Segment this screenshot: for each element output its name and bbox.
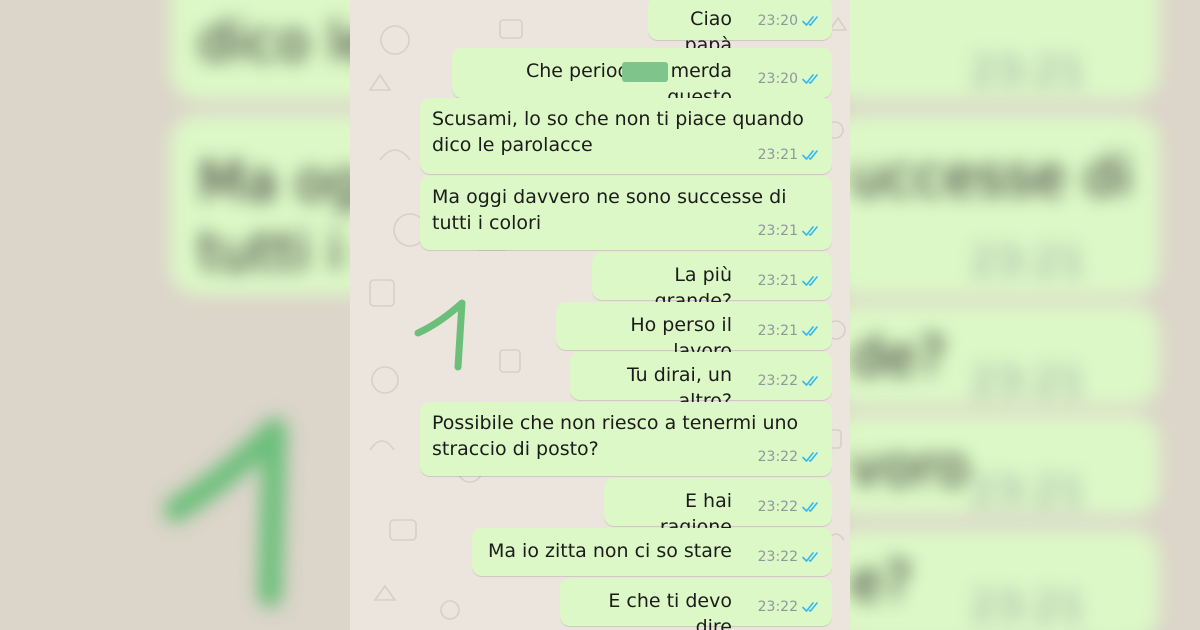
bg-time: 23:21 [970, 359, 1086, 405]
message-text: Scusami, lo so che non ti piace quando d… [432, 108, 804, 156]
message-time: 23:22 [757, 549, 798, 565]
bg-bubble: uccesse di 23:21 [830, 115, 1160, 295]
message-meta: 23:21 [758, 142, 822, 168]
message-time: 23:21 [757, 147, 798, 163]
read-receipt-icon [802, 502, 818, 512]
message-meta: 23:20 [758, 66, 822, 92]
message-meta: 23:21 [758, 268, 822, 294]
message-bubble[interactable]: Possibile che non riesco a tenermi uno s… [420, 402, 832, 476]
read-receipt-icon [802, 74, 818, 84]
message-text: Possibile che non riesco a tenermi uno s… [432, 412, 799, 460]
message-time: 23:21 [757, 223, 798, 239]
message-text: Ma io zitta non ci so stare [487, 540, 732, 562]
bg-text: Ma og [198, 150, 363, 213]
message-meta: 23:20 [758, 8, 822, 34]
message-meta: 23:22 [758, 544, 822, 570]
bg-time: 23:21 [970, 49, 1086, 95]
bg-time: 23:21 [970, 584, 1086, 630]
message-meta: 23:22 [758, 444, 822, 470]
message-meta: 23:21 [758, 318, 822, 344]
message-bubble[interactable]: Ciao papà 23:20 [648, 0, 832, 56]
bg-bubble: de? 23:21 [830, 305, 1160, 405]
read-receipt-icon [802, 376, 818, 386]
message-bubble[interactable]: La più grande? 23:21 [592, 252, 832, 312]
bg-text: de? [850, 325, 947, 388]
message-time: 23:21 [757, 273, 798, 289]
message-meta: 23:22 [758, 494, 822, 520]
message-bubble[interactable]: Scusami, lo so che non ti piace quando d… [420, 98, 832, 174]
message-bubble[interactable]: Che periodo di merda questo23:20 [452, 48, 832, 108]
read-receipt-icon [802, 452, 818, 462]
bg-text: e? [850, 550, 912, 613]
redaction-mark [622, 62, 668, 82]
bg-text: voro [850, 435, 970, 498]
read-receipt-icon [802, 276, 818, 286]
message-time: 23:20 [757, 71, 798, 87]
message-time: 23:20 [757, 13, 798, 29]
bg-text: dico le [198, 10, 376, 73]
read-receipt-icon [802, 326, 818, 336]
read-receipt-icon [802, 602, 818, 612]
read-receipt-icon [802, 552, 818, 562]
message-bubble[interactable]: E hai ragione 23:22 [604, 478, 832, 538]
message-bubble[interactable]: E che ti devo dire 23:22 [560, 578, 832, 630]
bg-bubble: 23:21 [830, 0, 1160, 100]
bg-time: 23:21 [970, 469, 1086, 515]
chat-panel[interactable]: 1 Ciao papà23:20Che periodo di merda que… [350, 0, 850, 630]
message-time: 23:22 [757, 373, 798, 389]
bg-bubble: voro 23:21 [830, 415, 1160, 515]
message-time: 23:21 [757, 323, 798, 339]
bg-text: uccesse di [850, 145, 1133, 208]
message-text: Ma oggi davvero ne sono successe di tutt… [432, 186, 787, 234]
message-time: 23:22 [757, 499, 798, 515]
message-bubble[interactable]: Ho perso il lavoro 23:21 [556, 302, 832, 362]
message-text: E che ti devo dire [608, 590, 732, 630]
message-meta: 23:22 [758, 368, 822, 394]
message-bubble[interactable]: Ma io zitta non ci so stare 23:22 [472, 528, 832, 576]
handwritten-number-mark [414, 299, 466, 371]
message-time: 23:22 [757, 599, 798, 615]
message-bubble[interactable]: Tu dirai, un altro? 23:22 [570, 352, 832, 412]
message-meta: 23:22 [758, 594, 822, 620]
message-time: 23:22 [757, 449, 798, 465]
bg-time: 23:21 [970, 239, 1086, 285]
read-receipt-icon [802, 226, 818, 236]
bg-bubble: e? 23:21 [830, 530, 1160, 630]
read-receipt-icon [802, 16, 818, 26]
bg-annotation-mark [165, 418, 287, 607]
read-receipt-icon [802, 150, 818, 160]
message-meta: 23:21 [758, 218, 822, 244]
message-bubble[interactable]: Ma oggi davvero ne sono successe di tutt… [420, 176, 832, 250]
